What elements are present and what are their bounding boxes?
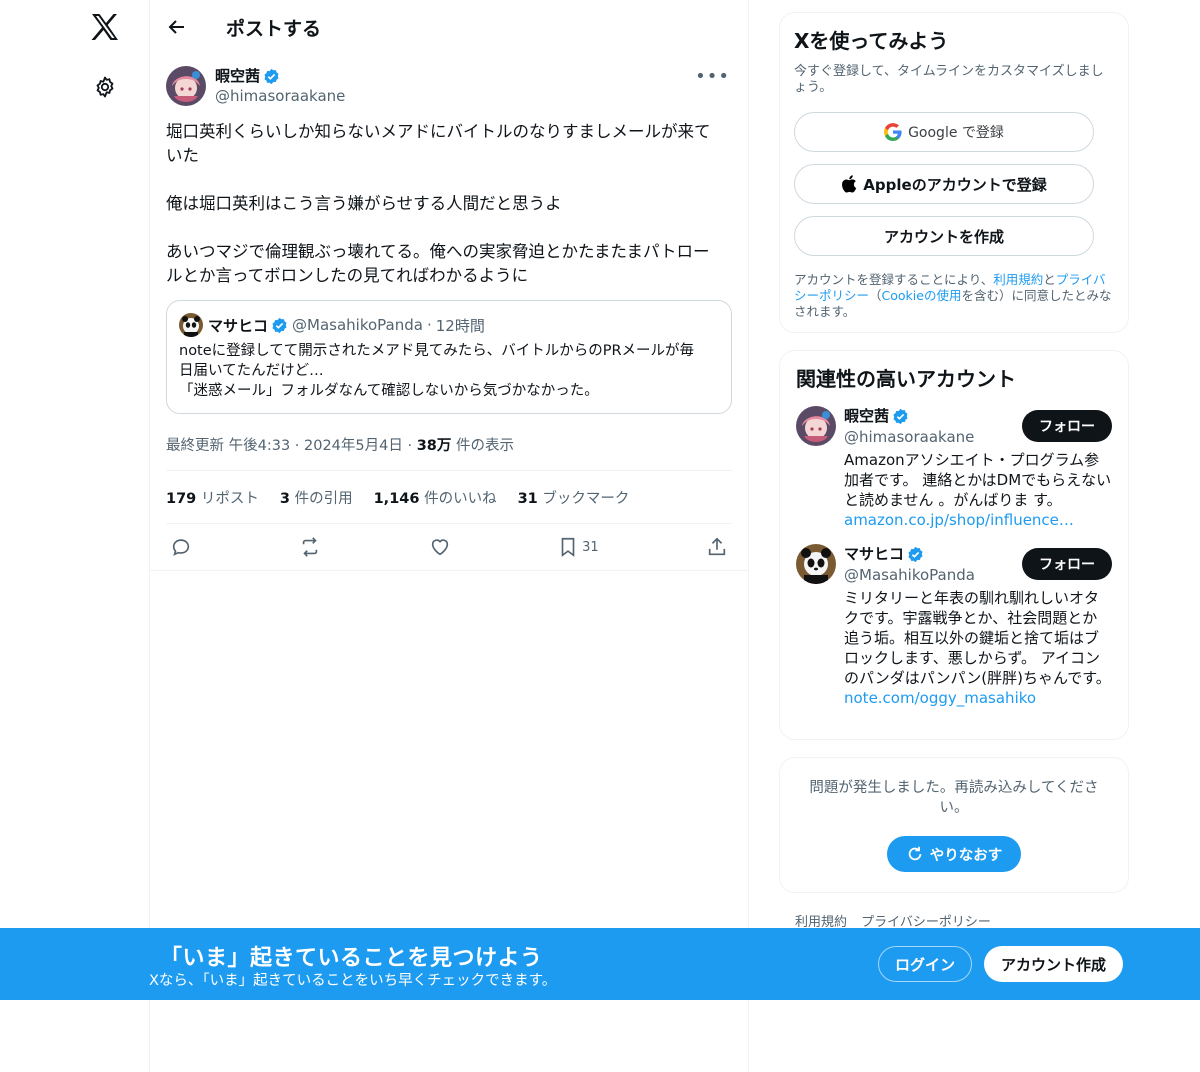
account-name[interactable]: マサヒコ: [844, 544, 904, 564]
post-timestamp[interactable]: 最終更新 午後4:33 · 2024年5月4日 ·: [166, 438, 417, 454]
signup-card: Xを使ってみよう 今すぐ登録して、タイムラインをカスタマイズしましょう。 Goo…: [779, 12, 1129, 333]
quote-author-name: マサヒコ: [208, 316, 269, 335]
more-options-icon[interactable]: •••: [695, 66, 730, 87]
verified-badge-icon: [272, 317, 287, 333]
account-name[interactable]: 暇空茜: [844, 406, 889, 426]
apple-signup-button[interactable]: Appleのアカウントで登録: [794, 164, 1094, 204]
quote-time: 12時間: [435, 316, 485, 335]
account-bio-link[interactable]: note.com/oggy_masahiko: [844, 689, 1036, 707]
post-text: 堀口英利くらいしか知らないメアドにバイトルのなりすましメールが来て いた 俺は堀…: [166, 122, 711, 285]
create-account-button[interactable]: アカウントを作成: [794, 216, 1094, 256]
quote-author-handle: @MasahikoPanda: [292, 316, 423, 334]
quote-header: マサヒコ @MasahikoPanda · 12時間: [179, 313, 719, 337]
verified-badge-icon: [908, 546, 923, 562]
google-signup-label: Google で登録: [908, 125, 1004, 141]
list-item[interactable]: 暇空茜 @himasoraakane Amazonアソシエイト・プログラム参加者…: [796, 406, 1112, 530]
post-actions: 31: [166, 524, 732, 570]
cookie-link[interactable]: Cookieの使用: [882, 288, 962, 303]
error-message: 問題が発生しました。再読み込みしてください。: [809, 780, 1099, 816]
list-item[interactable]: マサヒコ @MasahikoPanda ミリタリーと年表の馴れ馴れしいオタクです…: [796, 544, 1112, 708]
quote-separator: ·: [426, 316, 432, 334]
repost-icon[interactable]: [299, 536, 321, 558]
main-column: ポストする 暇空茜 @himasoraakane ••• 堀口英利くらいしか知ら…: [149, 0, 749, 1072]
apple-signup-label: Appleのアカウントで登録: [863, 175, 1047, 194]
refresh-icon: [908, 846, 922, 861]
verified-badge-icon: [264, 68, 279, 84]
post-stats: 179 リポスト 3 件の引用 1,146 件のいいね 31 ブックマーク: [166, 471, 732, 523]
retry-label: やりなおす: [929, 847, 1003, 864]
signup-subtitle: 今すぐ登録して、タイムラインをカスタマイズしましょう。: [794, 64, 1104, 95]
quoted-post[interactable]: マサヒコ @MasahikoPanda · 12時間 noteに登録してて開示さ…: [166, 300, 732, 414]
divider: [150, 570, 748, 571]
retry-button[interactable]: やりなおす: [887, 836, 1021, 872]
banner-create-account-button[interactable]: アカウント作成: [984, 946, 1123, 982]
page-title: ポストする: [226, 17, 322, 40]
views-label: 件の表示: [451, 438, 514, 454]
reply-icon[interactable]: [170, 536, 192, 558]
verified-badge-icon: [893, 408, 908, 424]
left-nav: [0, 0, 150, 1072]
x-logo-icon[interactable]: [88, 10, 122, 44]
account-bio: Amazonアソシエイト・プログラム参加者です。 連絡とかはDMでもらえないと読…: [844, 451, 1112, 529]
follow-button[interactable]: フォロー: [1022, 410, 1112, 442]
like-icon[interactable]: [429, 536, 451, 558]
author-info: 暇空茜 @himasoraakane: [215, 66, 345, 106]
banner-subtitle: Xなら、「いま」起きていることをいち早くチェックできます。: [149, 973, 557, 989]
signup-legal-text: アカウントを登録することにより、利用規約とプライバシーポリシー（Cookieの使…: [794, 272, 1112, 319]
quote-avatar: [179, 313, 203, 337]
signup-title: Xを使ってみよう: [794, 29, 949, 53]
author-name-row[interactable]: 暇空茜: [215, 66, 345, 86]
google-icon: [884, 123, 902, 141]
post: 暇空茜 @himasoraakane ••• 堀口英利くらいしか知らないメアドに…: [150, 54, 748, 571]
page-header: ポストする: [150, 0, 748, 54]
post-author-row: 暇空茜 @himasoraakane •••: [166, 64, 732, 108]
views-count: 38万: [416, 438, 452, 454]
terms-link[interactable]: 利用規約: [993, 272, 1043, 287]
likes-stat[interactable]: 1,146 件のいいね: [374, 487, 497, 508]
post-meta: 最終更新 午後4:33 · 2024年5月4日 · 38万 件の表示: [166, 434, 732, 454]
quote-text: noteに登録してて開示されたメアド見てみたら、バイトルからのPRメールが毎 日…: [179, 343, 695, 399]
error-card: 問題が発生しました。再読み込みしてください。 やりなおす: [779, 757, 1129, 893]
follow-button[interactable]: フォロー: [1022, 548, 1112, 580]
account-bio: ミリタリーと年表の馴れ馴れしいオタクです。宇露戦争とか、社会問題とか追う垢。相互…: [844, 589, 1111, 707]
avatar[interactable]: [796, 406, 836, 446]
google-signup-button[interactable]: Google で登録: [794, 112, 1094, 152]
bookmark-icon: [561, 537, 575, 557]
avatar[interactable]: [796, 544, 836, 584]
quotes-stat[interactable]: 3 件の引用: [280, 487, 353, 508]
bookmarks-stat[interactable]: 31 ブックマーク: [518, 487, 630, 508]
related-title: 関連性の高いアカウント: [796, 367, 1016, 391]
bookmark-count: 31: [582, 539, 599, 555]
reposts-stat[interactable]: 179 リポスト: [166, 487, 259, 508]
apple-icon: [842, 175, 857, 193]
account-bio-link[interactable]: amazon.co.jp/shop/influence…: [844, 511, 1074, 529]
share-icon[interactable]: [706, 536, 728, 558]
author-handle[interactable]: @himasoraakane: [215, 86, 345, 106]
related-accounts-card: 関連性の高いアカウント 暇空茜 @himasoraakane Amazonアソシ…: [779, 350, 1129, 740]
signup-banner: 「いま」起きていることを見つけよう Xなら、「いま」起きていることをいち早くチェ…: [0, 928, 1200, 1000]
avatar[interactable]: [166, 66, 206, 106]
banner-title: 「いま」起きていることを見つけよう: [160, 946, 543, 971]
login-button[interactable]: ログイン: [878, 946, 972, 982]
bookmark-button[interactable]: 31: [558, 536, 599, 558]
back-arrow-icon[interactable]: [166, 16, 188, 38]
gear-icon[interactable]: [90, 72, 120, 102]
author-name[interactable]: 暇空茜: [215, 66, 260, 86]
